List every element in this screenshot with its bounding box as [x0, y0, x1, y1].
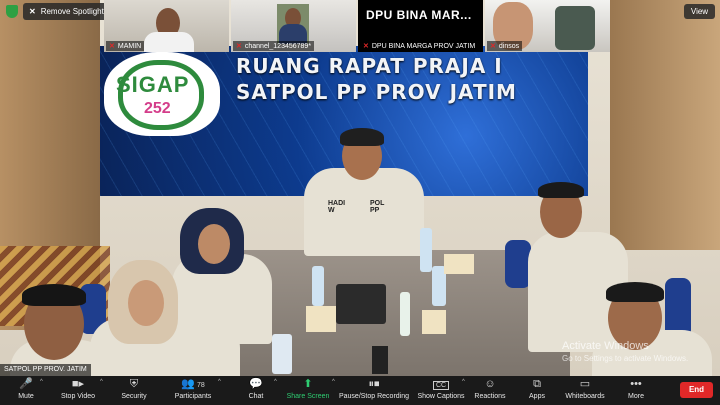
chevron-up-icon[interactable]: ^: [100, 379, 103, 385]
sigap-logo: SIGAP 252: [104, 52, 220, 136]
participants-count: 78: [196, 382, 205, 389]
participant-name: dinsos: [498, 43, 520, 50]
chevron-up-icon[interactable]: ^: [218, 379, 221, 385]
chat-bubble-icon: 💬: [249, 378, 263, 390]
logo-text: SIGAP: [116, 72, 190, 97]
people-icon: 👥 78: [181, 378, 205, 390]
cc-icon: CC: [416, 377, 466, 392]
host-video-label: SATPOL PP PROV. JATIM: [0, 364, 91, 376]
speaker-video: SIGAP 252 RUANG RAPAT PRAJA I SATPOL PP …: [0, 0, 720, 376]
muted-mic-icon: ✕: [490, 43, 496, 50]
room-subtitle: SATPOL PP PROV JATIM: [236, 80, 517, 104]
activate-windows-subtitle: Go to Settings to activate Windows.: [562, 354, 689, 363]
chevron-up-icon[interactable]: ^: [462, 379, 465, 385]
pause-stop-icon: ⏸⏹: [368, 378, 380, 390]
remove-spotlight-button[interactable]: ✕ Remove Spotlight: [23, 3, 112, 20]
uniform-badge: POL PP: [370, 200, 385, 214]
chair: [665, 278, 691, 338]
participant-name: channel_123456789*: [244, 43, 312, 50]
participant-name: DPU BINA MARGA PROV JATIM: [371, 43, 476, 50]
apps-button[interactable]: ⧉ Apps: [522, 376, 552, 405]
water-bottle: [272, 334, 292, 374]
show-captions-button[interactable]: CC Show Captions ^: [416, 376, 466, 405]
close-icon: ✕: [29, 7, 36, 16]
nameplate: HADI W: [328, 200, 346, 214]
security-button[interactable]: ⛨ Security: [114, 376, 154, 405]
chat-button[interactable]: 💬 Chat ^: [236, 376, 277, 405]
activate-windows-title: Activate Windows: [562, 340, 649, 352]
participant-thumbnail[interactable]: ✕ channel_123456789*: [231, 0, 356, 52]
participant-thumbnail[interactable]: ✕ dinsos: [485, 0, 610, 52]
sanitizer-bottle: [400, 292, 410, 336]
view-button[interactable]: View: [684, 4, 715, 19]
dots-icon: •••: [630, 378, 642, 390]
participant-thumbnail[interactable]: DPU BINA MAR... ✕ DPU BINA MARGA PROV JAT…: [358, 0, 483, 52]
microphone-icon: 🎤: [19, 378, 33, 390]
tissue-box: [306, 306, 336, 332]
microphone-stand: [372, 346, 388, 374]
stop-video-button[interactable]: ■▸ Stop Video ^: [56, 376, 103, 405]
reactions-button[interactable]: ☺ Reactions: [472, 376, 508, 405]
muted-mic-icon: ✕: [236, 43, 242, 50]
water-bottle: [420, 228, 432, 272]
share-arrow-icon: ⬆: [303, 378, 313, 390]
thumbnail-overlay-text: DPU BINA MAR...: [366, 8, 472, 22]
participant-thumbnail[interactable]: ✕ MAMIN: [104, 0, 229, 52]
share-screen-button[interactable]: ⬆ Share Screen ^: [284, 376, 335, 405]
security-shield-icon[interactable]: [6, 5, 18, 18]
shield-icon: ⛨: [129, 378, 139, 390]
video-camera-icon: ■▸: [71, 378, 85, 390]
tissue-box: [444, 254, 474, 274]
participant-name: MAMIN: [117, 43, 142, 50]
chevron-up-icon[interactable]: ^: [332, 379, 335, 385]
logo-number: 252: [144, 100, 171, 117]
muted-mic-icon: ✕: [109, 43, 115, 50]
end-meeting-button[interactable]: End: [680, 382, 713, 398]
whiteboard-icon: ▭: [579, 378, 591, 390]
emoji-icon: ☺: [484, 378, 496, 390]
chevron-up-icon[interactable]: ^: [274, 379, 277, 385]
mute-button[interactable]: 🎤 Mute ^: [8, 376, 44, 405]
participants-button[interactable]: 👥 78 Participants ^: [168, 376, 221, 405]
projector: [336, 284, 386, 324]
tissue-box: [422, 310, 446, 334]
chevron-up-icon[interactable]: ^: [40, 379, 43, 385]
meeting-toolbar: 🎤 Mute ^ ■▸ Stop Video ^ ⛨ Security 👥 78 Part…: [0, 376, 720, 405]
whiteboards-button[interactable]: ▭ Whiteboards: [562, 376, 608, 405]
room-title: RUANG RAPAT PRAJA I: [236, 54, 503, 78]
muted-mic-icon: ✕: [363, 43, 369, 50]
water-bottle: [312, 266, 324, 306]
wood-panel-right: [610, 0, 720, 250]
apps-icon: ⧉: [533, 378, 541, 390]
pause-stop-recording-button[interactable]: ⏸⏹ Pause/Stop Recording: [338, 376, 410, 405]
more-button[interactable]: ••• More: [622, 376, 650, 405]
